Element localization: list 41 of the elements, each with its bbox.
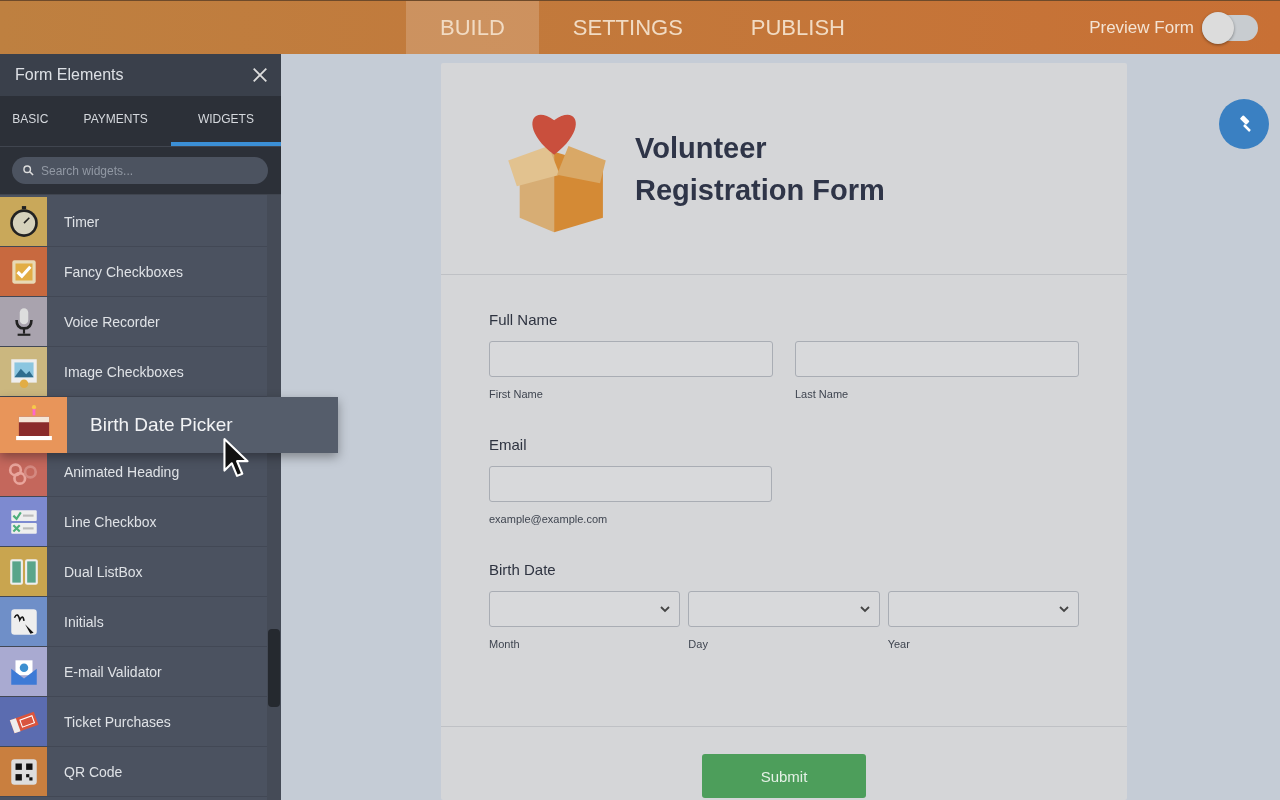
dropdown[interactable] (887, 591, 1079, 627)
close-button[interactable] (251, 66, 269, 84)
form-title: Volunteer Registration Form (635, 130, 885, 208)
field-hint: example@example.com (489, 513, 609, 525)
preview-label: Preview Form (1089, 17, 1194, 38)
preview-toggle[interactable] (1202, 14, 1258, 41)
text-field[interactable] (489, 341, 773, 377)
field-hint: Day (688, 638, 709, 650)
widget-item[interactable]: E-mail Validator (0, 647, 267, 697)
panel-tab[interactable]: PAYMENTS (60, 96, 171, 146)
chevron-down-icon (1058, 604, 1070, 614)
widget-item[interactable]: Timer (0, 197, 267, 247)
text-field[interactable] (795, 341, 1079, 377)
field-label: Birth Date (489, 561, 557, 578)
dropdown[interactable] (489, 591, 681, 627)
field-hint: First Name (489, 388, 544, 400)
widget-item[interactable]: Fancy Checkboxes (0, 247, 267, 297)
field-label: Full Name (489, 311, 559, 328)
mouse-cursor-icon (221, 437, 251, 479)
panel-title: Form Elements (15, 66, 124, 84)
field-hint: Year (887, 638, 911, 650)
scrollbar-thumb[interactable] (268, 629, 280, 707)
widget-item[interactable]: Line Checkbox (0, 497, 267, 547)
widget-item[interactable]: Voice Recorder (0, 297, 267, 347)
close-icon (251, 66, 269, 84)
widget-item[interactable]: Dual ListBox (0, 547, 267, 597)
widget-item[interactable]: QR Code (0, 747, 267, 797)
search-field[interactable]: Search widgets... (12, 157, 268, 184)
widget-item[interactable]: Ticket Purchases (0, 697, 267, 747)
designer-button[interactable] (1219, 99, 1269, 149)
text-field[interactable] (489, 466, 772, 502)
chevron-down-icon (659, 604, 672, 614)
panel-tab[interactable]: BASIC (0, 96, 61, 146)
widget-item[interactable]: Image Checkboxes (0, 347, 267, 397)
widget-item[interactable]: Initials (0, 597, 267, 647)
dragged-widget[interactable]: Birth Date Picker (0, 397, 338, 453)
chevron-down-icon (858, 604, 871, 614)
field-label: Email (489, 436, 528, 453)
field-hint: Month (489, 638, 521, 650)
field-hint: Last Name (795, 388, 850, 400)
dropdown[interactable] (688, 591, 880, 627)
